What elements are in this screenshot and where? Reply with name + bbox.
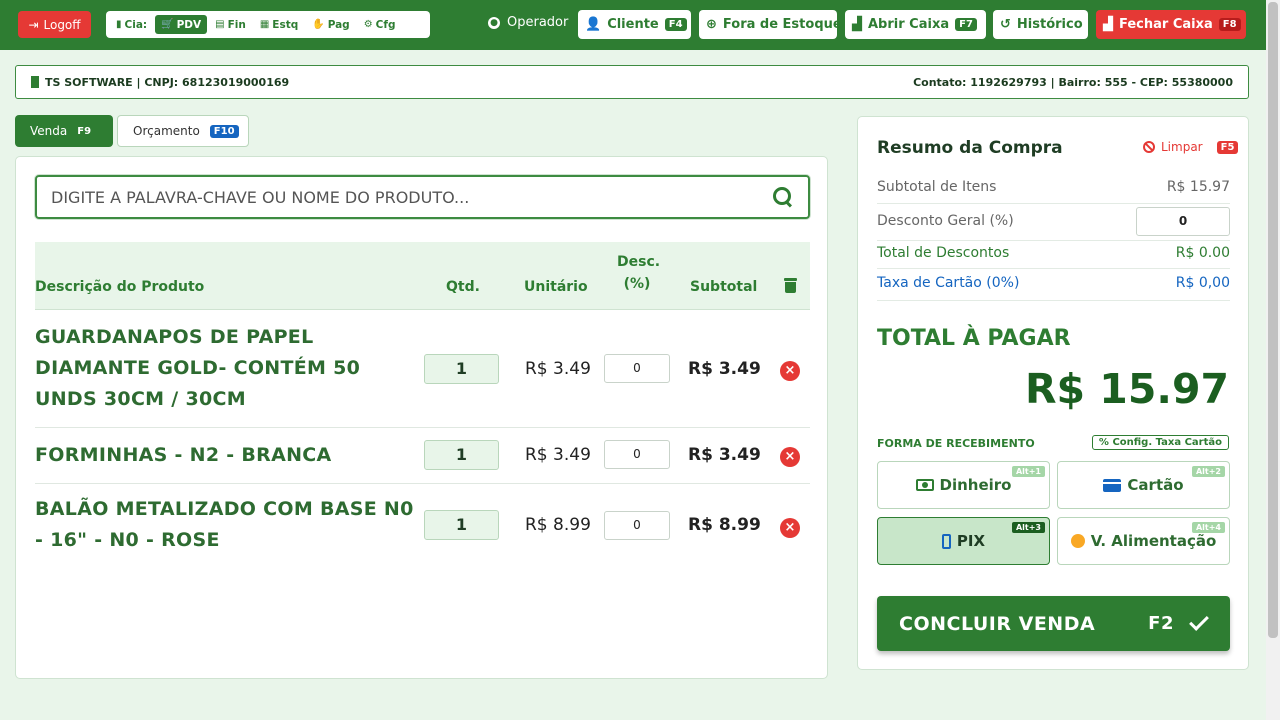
search-icon[interactable] bbox=[772, 186, 794, 208]
discount-input[interactable]: 0 bbox=[604, 440, 670, 469]
qty-input[interactable]: 1 bbox=[424, 354, 499, 384]
unit-price: R$ 3.49 bbox=[525, 445, 591, 465]
money-icon bbox=[915, 479, 934, 491]
product-search bbox=[35, 175, 810, 219]
cart-icon: 🛒 bbox=[161, 19, 174, 30]
cash-register-icon: ▟ bbox=[852, 17, 862, 32]
payment-method-label: FORMA DE RECEBIMENTO bbox=[877, 437, 1035, 450]
nav-pag[interactable]: ✋ Pag bbox=[306, 15, 355, 34]
payment-valimentacao-button[interactable]: V. Alimentação Alt+4 bbox=[1057, 517, 1230, 565]
user-icon: ● bbox=[488, 16, 500, 29]
percent-icon: % bbox=[1098, 437, 1109, 448]
search-input[interactable] bbox=[51, 187, 772, 207]
header-discount: Desc. (%) bbox=[617, 254, 661, 292]
discount-input[interactable]: 0 bbox=[604, 511, 670, 540]
check-icon bbox=[1189, 611, 1209, 631]
mobile-icon bbox=[941, 533, 951, 549]
table-row: FORMINHAS - N2 - BRANCA 1 R$ 3.49 0 R$ 3… bbox=[35, 428, 810, 484]
boxes-icon: ▦ bbox=[259, 19, 270, 30]
divider bbox=[877, 203, 1230, 204]
payment-cartao-button[interactable]: Cartão Alt+2 bbox=[1057, 461, 1230, 509]
payment-dinheiro-button[interactable]: Dinheiro Alt+1 bbox=[877, 461, 1050, 509]
chart-icon: ▤ bbox=[215, 19, 225, 30]
fora-estoque-button[interactable]: ⊕ Fora de Estoque bbox=[699, 10, 842, 39]
user-plus-icon: 👤 bbox=[585, 17, 602, 32]
conclude-sale-button[interactable]: CONCLUIR VENDA F2 bbox=[877, 596, 1230, 651]
module-nav: ▮ Cia: 🛒 PDV ▤ Fin ▦ Estq ✋ Pag ⚙ Cfg bbox=[106, 11, 430, 38]
payment-pix-button[interactable]: PIX Alt+3 bbox=[877, 517, 1050, 565]
hand-money-icon: ✋ bbox=[312, 19, 325, 30]
unit-price: R$ 3.49 bbox=[525, 359, 591, 379]
qty-input[interactable]: 1 bbox=[424, 440, 499, 470]
nav-pdv[interactable]: 🛒 PDV bbox=[155, 15, 208, 34]
credit-card-icon bbox=[1103, 478, 1122, 492]
remove-item-icon[interactable]: × bbox=[780, 447, 800, 467]
top-navbar: ⇥ Logoff ▮ Cia: 🛒 PDV ▤ Fin ▦ Estq ✋ Pag ⚙ Cfg… bbox=[0, 0, 1266, 50]
company-info: TS SOFTWARE | CNPJ: 68123019000169 bbox=[45, 75, 290, 89]
divider bbox=[877, 240, 1230, 241]
header-subtotal: Subtotal bbox=[690, 279, 758, 295]
discount-input[interactable]: 0 bbox=[604, 354, 670, 383]
trash-icon[interactable] bbox=[784, 278, 797, 293]
qty-input[interactable]: 1 bbox=[424, 510, 499, 540]
ban-icon bbox=[1143, 141, 1155, 153]
config-card-fee-button[interactable]: % Config. Taxa Cartão bbox=[1091, 435, 1229, 450]
nav-cia[interactable]: ▮ Cia: bbox=[110, 15, 153, 34]
cash-register-icon: ▟ bbox=[1103, 17, 1113, 32]
total-discounts-row: Total de Descontos R$ 0.00 bbox=[877, 245, 1230, 261]
history-icon: ↺ bbox=[1000, 17, 1011, 32]
table-row: BALÃO METALIZADO COM BASE N0 - 16" - N0 … bbox=[35, 484, 810, 570]
row-subtotal: R$ 3.49 bbox=[688, 445, 761, 465]
building-icon bbox=[31, 76, 39, 88]
vertical-scrollbar[interactable] bbox=[1266, 0, 1280, 720]
gear-icon: ⚙ bbox=[363, 19, 373, 30]
tab-orcamento[interactable]: Orçamento F10 bbox=[117, 115, 249, 147]
logout-icon: ⇥ bbox=[28, 17, 39, 32]
cliente-button[interactable]: 👤 Cliente F4 bbox=[578, 10, 691, 39]
company-info-bar: TS SOFTWARE | CNPJ: 68123019000169 Conta… bbox=[15, 65, 1249, 99]
row-subtotal: R$ 3.49 bbox=[688, 359, 761, 379]
total-value: R$ 15.97 bbox=[1024, 365, 1229, 413]
plus-circle-icon: ⊕ bbox=[706, 17, 717, 32]
header-unit: Unitário bbox=[524, 279, 588, 295]
sale-panel: Descrição do Produto Qtd. Unitário Desc.… bbox=[15, 156, 828, 679]
nav-estq[interactable]: ▦ Estq bbox=[254, 15, 304, 34]
historico-button[interactable]: ↺ Histórico bbox=[993, 10, 1088, 39]
unit-price: R$ 8.99 bbox=[525, 515, 591, 535]
purchase-summary: Resumo da Compra Limpar F5 Subtotal de I… bbox=[857, 116, 1249, 670]
clear-button[interactable]: Limpar F5 bbox=[1143, 140, 1239, 154]
company-contact: Contato: 1192629793 | Bairro: 555 - CEP:… bbox=[913, 75, 1233, 89]
subtotal-value: R$ 15.97 bbox=[1166, 179, 1230, 195]
items-table-header: Descrição do Produto Qtd. Unitário Desc.… bbox=[35, 242, 810, 310]
card-fee-row: Taxa de Cartão (0%) R$ 0,00 bbox=[877, 275, 1230, 291]
operator-label: ● Operador bbox=[488, 15, 568, 30]
remove-item-icon[interactable]: × bbox=[780, 361, 800, 381]
summary-title: Resumo da Compra bbox=[877, 138, 1063, 158]
remove-item-icon[interactable]: × bbox=[780, 518, 800, 538]
general-discount-input[interactable]: 0 bbox=[1136, 206, 1230, 236]
product-name: GUARDANAPOS DE PAPEL DIAMANTE GOLD- CONT… bbox=[35, 326, 361, 410]
nav-cfg[interactable]: ⚙ Cfg bbox=[358, 15, 402, 34]
product-name: FORMINHAS - N2 - BRANCA bbox=[35, 444, 332, 466]
fechar-caixa-button[interactable]: ▟ Fechar Caixa F8 bbox=[1096, 10, 1246, 39]
abrir-caixa-button[interactable]: ▟ Abrir Caixa F7 bbox=[845, 10, 986, 39]
scrollbar-thumb[interactable] bbox=[1268, 2, 1278, 638]
divider bbox=[877, 300, 1230, 301]
nav-fin[interactable]: ▤ Fin bbox=[209, 15, 252, 34]
building-icon: ▮ bbox=[116, 19, 122, 30]
divider bbox=[877, 268, 1230, 269]
row-subtotal: R$ 8.99 bbox=[688, 515, 761, 535]
food-icon bbox=[1070, 534, 1085, 548]
header-qty: Qtd. bbox=[446, 279, 480, 295]
logoff-button[interactable]: ⇥ Logoff bbox=[18, 11, 91, 38]
table-row: GUARDANAPOS DE PAPEL DIAMANTE GOLD- CONT… bbox=[35, 310, 810, 428]
total-label: TOTAL À PAGAR bbox=[877, 326, 1071, 351]
discount-row: Desconto Geral (%) 0 bbox=[877, 205, 1230, 237]
header-description: Descrição do Produto bbox=[35, 279, 205, 295]
product-name: BALÃO METALIZADO COM BASE N0 - 16" - N0 … bbox=[35, 498, 414, 551]
subtotal-row: Subtotal de Itens R$ 15.97 bbox=[877, 179, 1230, 195]
tab-venda[interactable]: Venda F9 bbox=[15, 115, 113, 147]
